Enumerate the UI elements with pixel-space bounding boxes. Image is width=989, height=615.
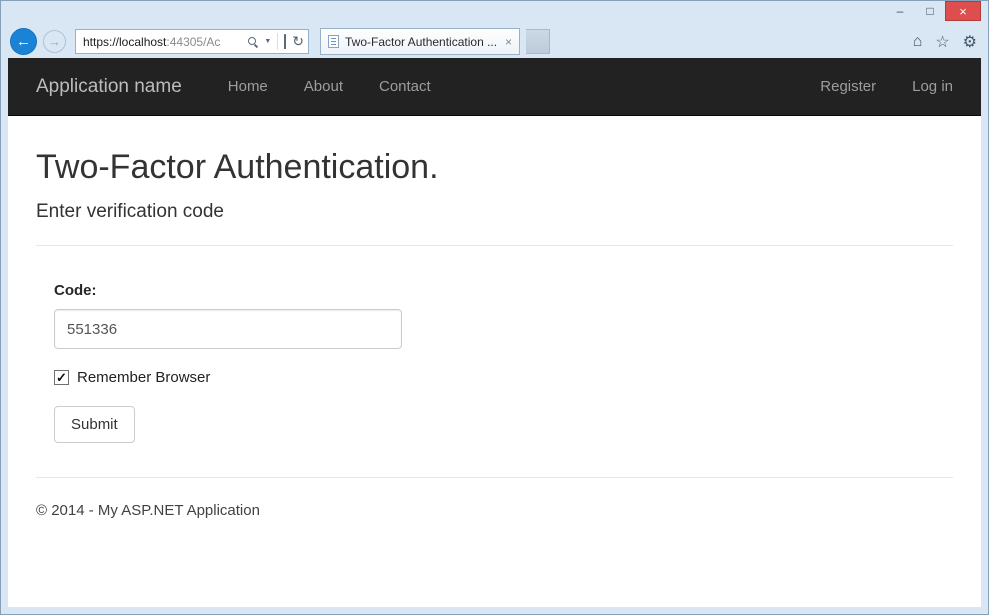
submit-button[interactable]: Submit	[54, 406, 135, 443]
tab-title: Two-Factor Authentication ...	[345, 35, 500, 49]
favorites-star-icon[interactable]: ☆	[935, 32, 949, 52]
refresh-icon[interactable]: ↻	[292, 33, 304, 50]
chevron-down-icon[interactable]: ▼	[264, 38, 271, 45]
site-navbar: Application name Home About Contact Regi…	[8, 58, 981, 116]
minimize-button[interactable]: –	[885, 1, 915, 21]
code-label: Code:	[54, 282, 953, 299]
browser-toolbar: ← → https://localhost:44305/Ac ▼ ↻ Two-F…	[8, 25, 981, 58]
nav-link-register[interactable]: Register	[820, 78, 876, 95]
page-favicon-icon	[328, 35, 339, 48]
address-bar[interactable]: https://localhost:44305/Ac ▼ ↻	[75, 29, 309, 54]
forward-button[interactable]: →	[43, 30, 66, 53]
verification-form: Code: ✓ Remember Browser Submit	[54, 282, 953, 443]
page-title: Two-Factor Authentication.	[36, 148, 953, 187]
nav-link-about[interactable]: About	[304, 78, 343, 95]
navbar-brand[interactable]: Application name	[36, 76, 182, 98]
close-button[interactable]: ×	[945, 1, 981, 21]
divider	[36, 245, 953, 246]
url-text: https://localhost:44305/Ac	[83, 35, 248, 49]
navbar-right: Register Log in	[784, 78, 953, 95]
nav-link-home[interactable]: Home	[228, 78, 268, 95]
url-domain: https://localhost	[83, 35, 166, 49]
nav-link-contact[interactable]: Contact	[379, 78, 431, 95]
divider	[277, 33, 278, 50]
remember-browser-row: ✓ Remember Browser	[54, 369, 953, 386]
address-bar-icons: ▼ ↻	[248, 33, 304, 50]
gear-icon[interactable]: ⚙	[963, 32, 977, 52]
code-input[interactable]	[54, 309, 402, 349]
nav-link-login[interactable]: Log in	[912, 78, 953, 95]
page-content: Two-Factor Authentication. Enter verific…	[8, 116, 981, 519]
footer-copyright: © 2014 - My ASP.NET Application	[36, 502, 953, 519]
lock-icon	[284, 35, 286, 49]
maximize-button[interactable]: □	[915, 1, 945, 21]
tab-close-icon[interactable]: ×	[505, 35, 512, 49]
remember-browser-label: Remember Browser	[77, 369, 210, 386]
url-path: :44305/Ac	[166, 35, 220, 49]
home-icon[interactable]: ⌂	[913, 33, 923, 51]
web-page: Application name Home About Contact Regi…	[8, 58, 981, 607]
search-icon[interactable]	[248, 37, 258, 47]
new-tab-button[interactable]	[526, 29, 550, 54]
page-subtitle: Enter verification code	[36, 201, 953, 223]
browser-action-icons: ⌂ ☆ ⚙	[913, 32, 981, 52]
back-button[interactable]: ←	[10, 28, 37, 55]
divider	[36, 477, 953, 478]
title-bar: – □ ×	[8, 1, 981, 25]
browser-tab[interactable]: Two-Factor Authentication ... ×	[320, 28, 520, 55]
browser-window: – □ × ← → https://localhost:44305/Ac ▼ ↻…	[0, 0, 989, 615]
remember-browser-checkbox[interactable]: ✓	[54, 370, 69, 385]
